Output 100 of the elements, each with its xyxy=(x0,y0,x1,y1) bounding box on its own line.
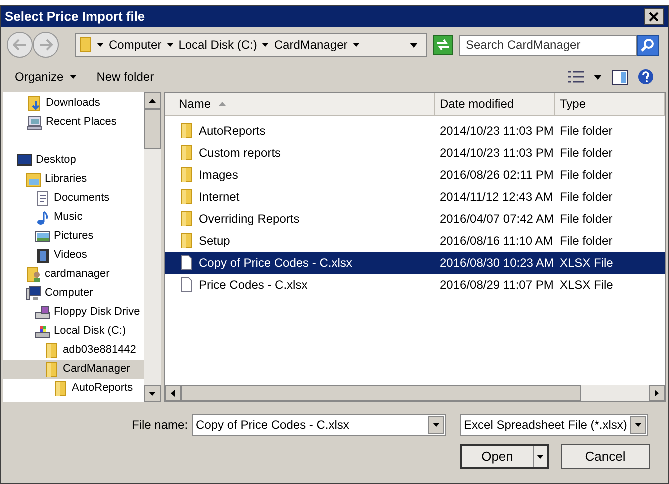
up-arrow-icon xyxy=(149,98,156,102)
library-folder-icon xyxy=(26,172,42,188)
floppy-drive-icon xyxy=(35,304,51,320)
file-type: File folder xyxy=(559,145,614,162)
help-icon[interactable] xyxy=(638,69,654,85)
folder-icon xyxy=(179,145,195,161)
tree-item[interactable]: Recent Places xyxy=(3,113,144,132)
file-row[interactable]: Price Codes - C.xlsx 2016/08/29 11:07 PM XLSX File xyxy=(165,274,665,296)
dropdown-caret-icon[interactable] xyxy=(166,43,174,47)
forward-arrow-icon xyxy=(39,39,53,51)
organize-menu-button[interactable]: Organize xyxy=(15,68,77,86)
cancel-button[interactable]: Cancel xyxy=(561,444,650,469)
tree-item[interactable]: Pictures xyxy=(3,227,144,246)
down-arrow-icon xyxy=(537,454,544,458)
breadcrumb-link[interactable]: Local Disk (C:) xyxy=(178,36,258,54)
tree-item[interactable]: Libraries xyxy=(3,170,144,189)
file-icon xyxy=(179,277,195,293)
down-arrow-icon xyxy=(432,423,440,427)
folder-icon xyxy=(44,362,60,378)
down-arrow-icon xyxy=(149,392,156,396)
breadcrumb-link[interactable]: Computer xyxy=(109,36,162,54)
dropdown-caret-icon[interactable] xyxy=(97,43,104,47)
tree-item[interactable]: Videos xyxy=(3,246,144,265)
scroll-left-button[interactable] xyxy=(165,385,181,401)
left-arrow-icon xyxy=(171,390,175,396)
tree-item[interactable]: Documents xyxy=(3,189,144,208)
tree-item[interactable]: Downloads xyxy=(3,94,144,113)
file-name: Custom reports xyxy=(199,145,282,162)
tree-item[interactable]: Music xyxy=(3,208,144,227)
dropdown-caret-icon xyxy=(70,75,77,79)
dropdown-caret-icon[interactable] xyxy=(262,43,270,47)
file-name-label: File name: xyxy=(132,417,188,434)
date-modified: 2016/08/26 02:11 PM xyxy=(439,167,555,184)
folder-icon xyxy=(80,37,92,53)
tree-item[interactable]: cardmanager xyxy=(3,265,144,284)
file-row[interactable]: AutoReports 2014/10/23 11:03 PM File folder xyxy=(165,120,665,142)
date-modified: 2016/08/29 11:07 PM xyxy=(439,277,555,294)
scroll-thumb[interactable] xyxy=(144,109,161,149)
file-row[interactable]: Images 2016/08/26 02:11 PM File folder xyxy=(165,164,665,186)
landscape-picture-icon xyxy=(35,228,51,244)
column-header[interactable]: Date modified xyxy=(435,93,555,115)
tree-item[interactable]: Floppy Disk Drive xyxy=(3,303,144,322)
file-name: Overriding Reports xyxy=(199,211,300,228)
document-icon xyxy=(35,190,51,206)
file-type: File folder xyxy=(559,167,614,184)
close-icon xyxy=(649,12,659,22)
music-note-icon xyxy=(35,210,51,226)
computer-icon xyxy=(26,286,42,302)
folder-icon xyxy=(179,189,195,205)
file-type: File folder xyxy=(559,233,614,250)
sort-arrow-icon xyxy=(219,102,226,106)
window-title: Select Price Import file xyxy=(5,8,146,26)
dropdown-button[interactable] xyxy=(428,416,444,434)
navigation-scrollbar[interactable] xyxy=(144,92,161,402)
tree-item[interactable]: Computer xyxy=(3,284,144,303)
scroll-right-button[interactable] xyxy=(649,385,665,401)
column-header[interactable]: Type xyxy=(555,93,665,115)
date-modified: 2016/08/16 11:10 AM xyxy=(439,233,554,250)
file-row[interactable]: Copy of Price Codes - C.xlsx 2016/08/30 10:23 AM XLSX File xyxy=(165,252,665,274)
column-header[interactable]: Name xyxy=(165,93,435,115)
folder-icon xyxy=(179,211,195,227)
preview-pane-icon[interactable] xyxy=(612,70,628,84)
file-type: File folder xyxy=(559,189,614,206)
dropdown-button[interactable] xyxy=(630,416,646,434)
new-folder-button[interactable]: New folder xyxy=(96,68,154,86)
address-bar[interactable]: Computer Local Disk (C:) CardManager xyxy=(75,33,427,57)
horizontal-scrollbar[interactable] xyxy=(165,385,665,401)
user-folder-icon xyxy=(26,266,42,282)
file-type-dropdown[interactable]: Excel Spreadsheet File (*.xlsx) xyxy=(460,414,648,436)
tree-item[interactable]: AutoReports xyxy=(3,379,144,398)
scroll-up-button[interactable] xyxy=(144,92,161,109)
dropdown-caret-icon xyxy=(410,42,418,48)
breadcrumb-link[interactable]: CardManager xyxy=(274,36,348,54)
scroll-down-button[interactable] xyxy=(144,385,161,402)
tree-item[interactable]: CardManager xyxy=(3,360,144,379)
file-name: Internet xyxy=(199,189,240,206)
folder-icon xyxy=(53,380,69,396)
tree-item[interactable]: Desktop xyxy=(3,151,144,170)
folder-icon xyxy=(179,167,195,183)
search-field[interactable]: Search CardManager xyxy=(459,34,637,56)
tree-item[interactable]: Local Disk (C:) xyxy=(3,322,144,341)
tree-item[interactable]: adb03e881442 xyxy=(3,341,144,360)
file-row[interactable]: Setup 2016/08/16 11:10 AM File folder xyxy=(165,230,665,252)
file-type: File folder xyxy=(559,211,614,228)
file-row[interactable]: Custom reports 2014/10/23 11:03 PM File folder xyxy=(165,142,665,164)
date-modified: 2016/04/07 07:42 AM xyxy=(439,211,555,228)
scroll-thumb[interactable] xyxy=(181,385,581,401)
dropdown-caret-icon[interactable] xyxy=(594,74,602,80)
file-row[interactable]: Internet 2014/11/12 12:43 AM File folder xyxy=(165,186,665,208)
open-options-button[interactable] xyxy=(533,446,547,467)
search-button[interactable] xyxy=(637,34,659,56)
file-name-field[interactable]: Copy of Price Codes - C.xlsx xyxy=(192,414,446,436)
dropdown-caret-icon[interactable] xyxy=(352,43,360,47)
close-button[interactable] xyxy=(644,8,664,25)
folder-icon xyxy=(179,233,195,249)
date-modified: 2014/10/23 11:03 PM xyxy=(439,145,555,162)
file-name: Copy of Price Codes - C.xlsx xyxy=(199,255,352,272)
refresh-button[interactable] xyxy=(433,35,453,55)
file-row[interactable]: Overriding Reports 2016/04/07 07:42 AM File folder xyxy=(165,208,665,230)
view-list-icon[interactable] xyxy=(568,71,584,83)
